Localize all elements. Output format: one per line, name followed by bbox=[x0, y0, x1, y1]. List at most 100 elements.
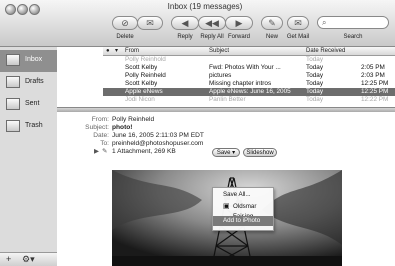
forward-button[interactable]: ▶ bbox=[225, 16, 253, 30]
attachment-summary: 1 Attachment, 269 KB bbox=[112, 148, 176, 155]
unread-column-icon[interactable]: ● bbox=[106, 47, 110, 55]
sidebar-item-label: Inbox bbox=[25, 56, 43, 63]
get-mail-button[interactable]: ✉ bbox=[287, 16, 309, 30]
row-date-day: Today bbox=[306, 80, 324, 87]
row-from: Jodi Nicon bbox=[125, 96, 155, 103]
from-label: From: bbox=[91, 116, 109, 123]
forward-label: Forward bbox=[227, 34, 250, 40]
row-date-time: 2:03 PM bbox=[361, 72, 385, 79]
row-date-day: Today bbox=[306, 96, 324, 103]
reply-all-label: Reply All bbox=[200, 34, 224, 40]
sidebar-item-inbox[interactable]: Inbox bbox=[0, 50, 57, 72]
row-date-time: 2:05 PM bbox=[361, 64, 385, 71]
chevron-down-icon: ▾ bbox=[232, 150, 236, 156]
sidebar-item-trash[interactable]: Trash bbox=[0, 116, 57, 138]
row-from: Scott Kelby bbox=[125, 80, 158, 87]
row-from: Apple eNews bbox=[125, 88, 163, 95]
message-list-header: ● ▾ From Subject Date Received bbox=[103, 47, 395, 56]
mailbox-sidebar: Inbox Drafts Sent Trash + ⚙▾ bbox=[0, 47, 58, 266]
sidebar-item-label: Trash bbox=[25, 122, 43, 129]
row-subject: pictures bbox=[209, 72, 232, 79]
sidebar-item-sent[interactable]: Sent bbox=[0, 94, 57, 116]
row-from: Polly Reinheld bbox=[125, 72, 166, 79]
delete-label: Delete bbox=[116, 34, 134, 40]
slideshow-button[interactable]: Slideshow bbox=[243, 148, 277, 157]
get-mail-label: Get Mail bbox=[286, 34, 310, 40]
save-button-label: Save bbox=[216, 150, 231, 156]
new-message-button[interactable]: ✎ bbox=[261, 16, 283, 30]
add-mailbox-button[interactable]: + bbox=[6, 254, 11, 264]
close-window-button[interactable] bbox=[5, 4, 16, 15]
menu-item-add-to-iphoto[interactable]: Add to iPhoto bbox=[213, 216, 273, 226]
search-label: Search bbox=[343, 34, 363, 40]
row-date-day: Today bbox=[306, 72, 324, 79]
reply-label: Reply bbox=[177, 34, 193, 40]
table-row[interactable]: Jodi Nicon Panlin Better Today 12:22 PM bbox=[103, 96, 395, 104]
delete-button[interactable]: ⊘ bbox=[112, 16, 138, 30]
date-value: June 16, 2005 2:11:03 PM EDT bbox=[112, 132, 204, 139]
image-file-icon: ▣ bbox=[223, 203, 230, 210]
minimize-window-button[interactable] bbox=[17, 4, 28, 15]
junk-icon: ✉ bbox=[146, 18, 154, 28]
mail-window: Inbox (19 messages) ⊘ ✉ Delete ◀ ◀◀ ▶ Re… bbox=[0, 0, 395, 266]
reply-all-button[interactable]: ◀◀ bbox=[198, 16, 226, 30]
row-subject: Panlin Better bbox=[209, 96, 246, 103]
subject-value: photo! bbox=[112, 124, 133, 131]
inbox-icon bbox=[6, 54, 20, 66]
sidebar-item-drafts[interactable]: Drafts bbox=[0, 72, 57, 94]
junk-button[interactable]: ✉ bbox=[137, 16, 163, 30]
menu-item-label: Save All... bbox=[223, 191, 251, 198]
reply-icon: ◀ bbox=[181, 18, 189, 28]
to-label: To: bbox=[100, 140, 109, 147]
row-subject: Fwd: Photos With Your ... bbox=[209, 64, 281, 71]
trash-icon bbox=[6, 120, 20, 132]
message-list[interactable]: ● ▾ From Subject Date Received Polly Rei… bbox=[103, 47, 395, 107]
date-label: Date: bbox=[93, 132, 109, 139]
zoom-window-button[interactable] bbox=[29, 4, 40, 15]
forward-icon: ▶ bbox=[235, 18, 243, 28]
window-title: Inbox (19 messages) bbox=[167, 2, 243, 11]
row-date-day: Today bbox=[306, 64, 324, 71]
table-row[interactable]: Polly Reinhold Today bbox=[103, 56, 395, 64]
sidebar-item-label: Sent bbox=[25, 100, 40, 107]
table-row[interactable]: Scott Kelby Fwd: Photos With Your ... To… bbox=[103, 64, 395, 72]
paperclip-icon: ✎ bbox=[102, 148, 108, 155]
reply-all-icon: ◀◀ bbox=[205, 18, 219, 28]
save-attachment-menu: Save All... ▣ Oldsmar Fair.jpg Add to iP… bbox=[212, 187, 274, 231]
column-header-from[interactable]: From bbox=[125, 47, 139, 55]
action-menu-icon[interactable]: ⚙▾ bbox=[22, 254, 35, 264]
disclosure-triangle-icon[interactable]: ▶ bbox=[94, 148, 99, 156]
search-input[interactable]: ⌕ bbox=[317, 16, 389, 29]
row-subject: Apple eNews: June 16, 2005 bbox=[209, 88, 291, 95]
to-value[interactable]: preinheld@photoshopuser.com bbox=[112, 140, 203, 148]
get-mail-icon: ✉ bbox=[294, 18, 302, 28]
menu-item-attachment-file[interactable]: ▣ Oldsmar Fair.jpg bbox=[213, 202, 273, 220]
table-row[interactable]: Scott Kelby Missing chapter intros Today… bbox=[103, 80, 395, 88]
drafts-icon bbox=[6, 76, 20, 88]
toolbar: Inbox (19 messages) ⊘ ✉ Delete ◀ ◀◀ ▶ Re… bbox=[0, 0, 395, 47]
column-header-date[interactable]: Date Received bbox=[306, 47, 345, 55]
column-header-subject[interactable]: Subject bbox=[209, 47, 229, 55]
reply-button[interactable]: ◀ bbox=[171, 16, 199, 30]
menu-item-save-all[interactable]: Save All... bbox=[213, 190, 273, 200]
row-date-time: 12:22 PM bbox=[361, 96, 389, 103]
subject-label: Subject: bbox=[85, 124, 109, 131]
menu-item-label: Add to iPhoto bbox=[223, 217, 261, 224]
search-icon: ⌕ bbox=[322, 18, 327, 27]
list-gutter bbox=[57, 47, 104, 107]
sidebar-bottom-bar: + ⚙▾ bbox=[0, 252, 57, 266]
row-date-time: 12:25 PM bbox=[361, 80, 389, 87]
from-value[interactable]: Polly Reinheld bbox=[112, 116, 154, 124]
table-row-selected[interactable]: Apple eNews Apple eNews: June 16, 2005 T… bbox=[103, 88, 395, 96]
row-date-day: Today bbox=[306, 56, 324, 63]
flag-column-icon[interactable]: ▾ bbox=[115, 47, 118, 55]
delete-icon: ⊘ bbox=[121, 18, 129, 28]
sidebar-item-label: Drafts bbox=[25, 78, 44, 85]
row-from: Polly Reinhold bbox=[125, 56, 166, 63]
table-row[interactable]: Polly Reinheld pictures Today 2:03 PM bbox=[103, 72, 395, 80]
row-subject: Missing chapter intros bbox=[209, 80, 272, 87]
save-attachment-button[interactable]: Save ▾ bbox=[212, 148, 240, 157]
row-from: Scott Kelby bbox=[125, 64, 158, 71]
sent-icon bbox=[6, 98, 20, 110]
slideshow-button-label: Slideshow bbox=[246, 150, 274, 156]
